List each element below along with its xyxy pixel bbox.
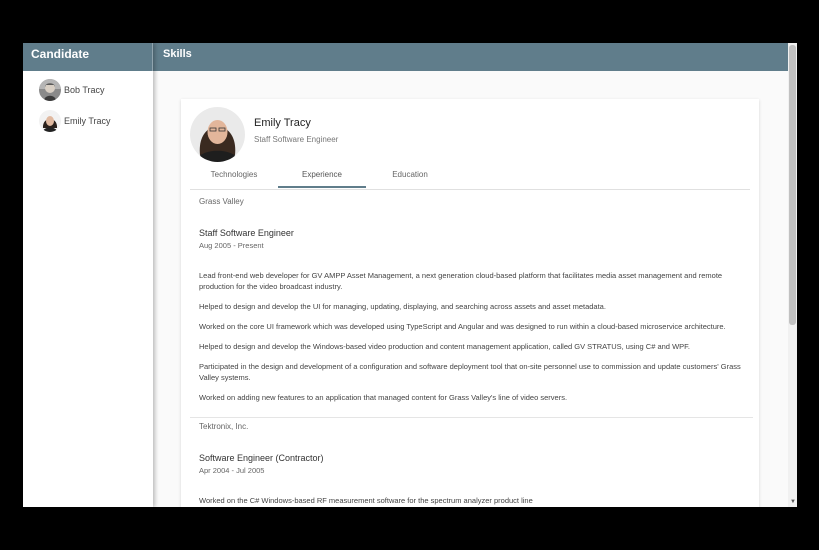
bullet-item: Helped to design and develop the Windows… <box>199 342 690 351</box>
bullet-item: Lead front-end web developer for GV AMPP… <box>199 271 723 291</box>
job-bullets: Lead front-end web developer for GV AMPP… <box>199 270 744 403</box>
divider <box>190 417 753 418</box>
candidate-item-bob-tracy[interactable]: Bob Tracy <box>23 78 153 102</box>
experience-list: Grass Valley Staff Software Engineer Aug… <box>190 197 753 507</box>
bullet-item: Worked on the C# Windows-based RF measur… <box>199 496 533 505</box>
job-role: Software Engineer (Contractor) <box>199 453 324 463</box>
job-dates: Aug 2005 - Present <box>199 241 264 250</box>
tab-experience[interactable]: Experience <box>278 167 366 188</box>
app-window: Candidate Bob Tracy Emily Tracy Skills E… <box>23 43 797 507</box>
scroll-down-arrow-icon[interactable]: ▼ <box>790 499 796 505</box>
profile-name: Emily Tracy <box>254 117 311 129</box>
job-role: Staff Software Engineer <box>199 228 294 238</box>
bullet-item: Worked on the core UI framework which wa… <box>199 322 726 331</box>
sidebar-header: Candidate <box>23 43 153 71</box>
candidate-name: Bob Tracy <box>64 85 105 95</box>
job-dates: Apr 2004 - Jul 2005 <box>199 466 265 475</box>
tab-technologies[interactable]: Technologies <box>190 167 278 188</box>
candidate-sidebar: Candidate Bob Tracy Emily Tracy <box>23 43 153 507</box>
vertical-scrollbar[interactable]: ▼ <box>788 43 797 507</box>
main-header: Skills <box>153 43 788 71</box>
bullet-item: Participated in the design and developme… <box>199 362 741 382</box>
skills-panel: Skills Emily Tracy Staff Software Engine… <box>153 43 788 507</box>
bullet-item: Helped to design and develop the UI for … <box>199 302 606 311</box>
scrollbar-thumb[interactable] <box>789 45 796 325</box>
company-name: Tektronix, Inc. <box>199 422 249 431</box>
company-name: Grass Valley <box>199 197 244 206</box>
profile-title: Staff Software Engineer <box>254 135 339 144</box>
job-bullets: Worked on the C# Windows-based RF measur… <box>199 495 744 506</box>
bullet-item: Worked on adding new features to an appl… <box>199 393 568 402</box>
candidate-card: Emily Tracy Staff Software Engineer Tech… <box>181 99 759 507</box>
avatar <box>39 110 61 132</box>
scroll-area[interactable]: Emily Tracy Staff Software Engineer Tech… <box>153 71 788 507</box>
tab-bar: Technologies Experience Education <box>190 167 750 190</box>
candidate-item-emily-tracy[interactable]: Emily Tracy <box>23 109 153 133</box>
avatar <box>190 107 245 162</box>
tab-education[interactable]: Education <box>366 167 454 188</box>
candidate-name: Emily Tracy <box>64 116 111 126</box>
avatar <box>39 79 61 101</box>
